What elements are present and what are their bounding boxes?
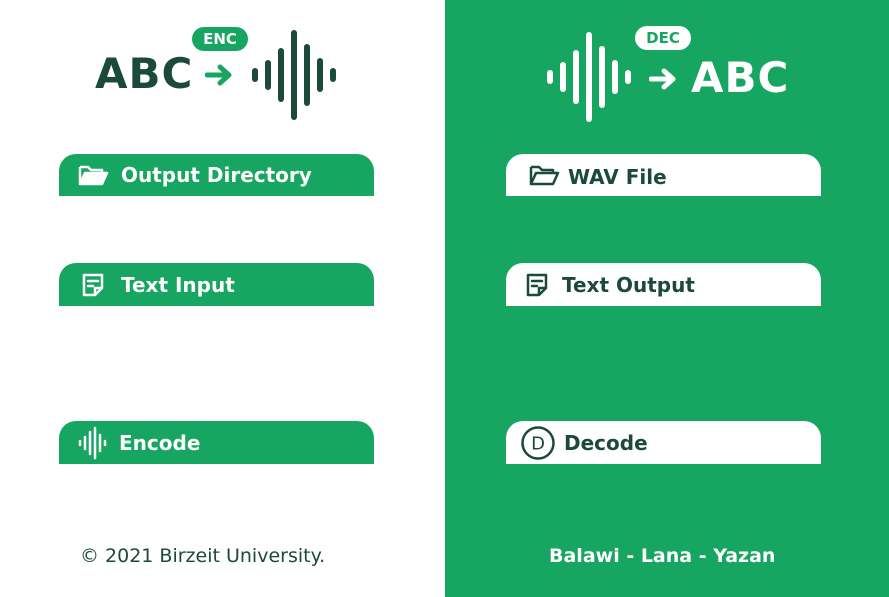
folder-open-icon <box>528 163 560 187</box>
decode-label: Decode <box>564 430 648 455</box>
arrow-right-icon <box>204 63 235 91</box>
text-input-label: Text Input <box>121 272 235 297</box>
encoder-logo-text: ABC <box>95 49 194 98</box>
svg-text:D: D <box>531 433 545 454</box>
text-output-button[interactable]: Text Output <box>506 263 821 306</box>
sound-wave-icon <box>545 29 635 129</box>
text-output-label: Text Output <box>562 272 695 297</box>
wav-file-button[interactable]: WAV File <box>506 154 821 196</box>
encoder-logo: ABC ENC <box>95 25 345 125</box>
decoder-logo-text: ABC <box>691 53 790 102</box>
sound-wave-icon <box>77 426 109 460</box>
arrow-right-icon <box>648 67 679 95</box>
encode-label: Encode <box>119 430 201 455</box>
wav-file-label: WAV File <box>568 165 667 189</box>
folder-open-icon <box>77 163 109 187</box>
text-input-button[interactable]: Text Input <box>59 263 374 306</box>
note-icon <box>523 271 551 299</box>
decoder-logo: DEC ABC <box>545 25 795 125</box>
decode-button[interactable]: D Decode <box>506 421 821 464</box>
encode-button[interactable]: Encode <box>59 421 374 464</box>
encoder-panel: ABC ENC Output Directory Text Input Enco… <box>0 0 445 597</box>
copyright-footer: © 2021 Birzeit University. <box>80 545 326 567</box>
decoder-panel: DEC ABC WAV File Text Output D Decode Ba… <box>445 0 889 597</box>
d-circle-icon: D <box>520 425 556 461</box>
note-icon <box>79 271 107 299</box>
enc-badge: ENC <box>192 27 248 51</box>
output-directory-label: Output Directory <box>121 163 312 187</box>
sound-wave-icon <box>250 27 340 127</box>
authors-footer: Balawi - Lana - Yazan <box>549 545 776 567</box>
output-directory-button[interactable]: Output Directory <box>59 154 374 196</box>
dec-badge: DEC <box>635 26 691 50</box>
